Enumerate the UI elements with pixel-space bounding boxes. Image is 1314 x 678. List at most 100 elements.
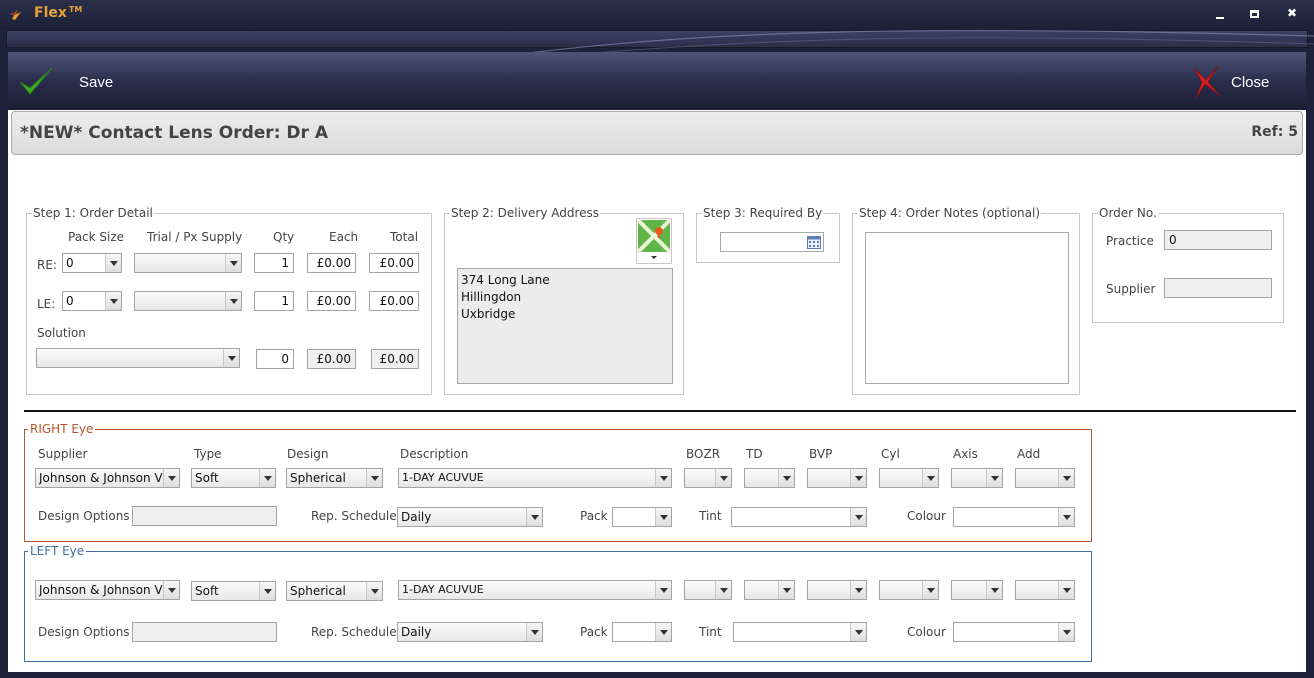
solution-qty-input[interactable]: 0 [256,349,294,369]
save-button[interactable]: Save [14,64,124,100]
solution-total-input[interactable]: £0.00 [371,349,419,369]
col-type: Type [194,447,222,461]
left-type-select[interactable]: Soft [191,581,276,601]
left-bvp-select[interactable] [807,580,867,600]
right-design-select[interactable]: Spherical [286,468,383,488]
right-design-options-input[interactable] [132,506,277,526]
right-supplier-select[interactable]: Johnson & Johnson V [35,468,180,488]
chevron-down-icon [850,469,866,487]
right-bozr-select[interactable] [684,468,732,488]
right-td-select[interactable] [744,468,795,488]
right-bvp-select[interactable] [807,468,867,488]
re-pack-size-select[interactable]: 0 [62,253,122,273]
left-bozr-select[interactable] [684,580,732,600]
solution-select[interactable] [36,348,240,368]
chevron-down-icon [850,508,866,526]
col-total: Total [390,230,419,244]
step2-delivery-address: Step 2: Delivery Address 374 Long Lane H… [444,206,684,395]
left-add-select[interactable] [1015,580,1075,600]
chevron-down-icon [1058,623,1074,641]
right-tint-select[interactable] [731,507,867,527]
left-description-select[interactable]: 1-DAY ACUVUE [398,580,672,600]
menu-strip [6,30,1308,48]
col-each: Each [329,230,359,244]
step4-order-notes: Step 4: Order Notes (optional) [852,206,1080,395]
order-number-group: Order No. Practice 0 Supplier [1092,206,1284,323]
step1-order-detail: Step 1: Order Detail Pack Size Trial / P… [26,206,432,395]
chevron-down-icon [1058,508,1074,526]
re-trial-select[interactable] [134,253,242,273]
right-type-select[interactable]: Soft [191,468,276,488]
left-axis-select[interactable] [951,580,1003,600]
col-trial-px-supply: Trial / Px Supply [147,230,243,244]
le-pack-size-select[interactable]: 0 [62,291,122,311]
right-cyl-select[interactable] [879,468,939,488]
required-by-date-input[interactable] [720,232,824,252]
close-button[interactable]: Close [1186,64,1296,100]
colour-label: Colour [907,509,946,523]
right-description-select[interactable]: 1-DAY ACUVUE [398,468,672,488]
rep-schedule-label: Rep. Schedule [311,509,397,523]
title-bar: Flex TM ✖ [0,0,1314,30]
left-tint-select[interactable] [733,622,867,642]
delivery-address-box[interactable]: 374 Long Lane Hillingdon Uxbridge [457,268,673,384]
re-qty-input[interactable]: 1 [254,253,294,273]
re-label: RE: [37,258,57,272]
address-line: Hillingdon [461,290,522,304]
toolbar: Save Close [8,52,1306,110]
design-options-label: Design Options [38,509,130,523]
calendar-icon[interactable] [807,235,821,249]
col-add: Add [1017,447,1041,461]
left-eye-legend: LEFT Eye [28,544,87,558]
left-design-options-input[interactable] [132,622,277,642]
page-title: *NEW* Contact Lens Order: Dr A [20,123,328,143]
solution-each-input[interactable]: £0.00 [307,349,356,369]
le-each-input[interactable]: £0.00 [307,291,356,311]
left-rep-schedule-select[interactable]: Daily [397,622,543,642]
checkmark-icon [19,67,53,95]
left-cyl-select[interactable] [879,580,939,600]
right-add-select[interactable] [1015,468,1075,488]
app-logo-icon [11,8,22,21]
left-eye-group: LEFT Eye Johnson & Johnson V Soft Spheri… [24,544,1092,662]
step2-legend: Step 2: Delivery Address [450,206,601,220]
window-close-button[interactable]: ✖ [1284,7,1300,21]
re-total-input[interactable]: £0.00 [369,253,419,273]
order-notes-textarea[interactable] [865,232,1069,384]
left-supplier-select[interactable]: Johnson & Johnson V [35,580,180,600]
map-button[interactable] [636,218,672,264]
close-x-icon: ✖ [1286,6,1298,20]
chevron-down-icon [526,508,542,526]
chevron-down-icon [778,469,794,487]
le-total-input[interactable]: £0.00 [369,291,419,311]
le-qty-input[interactable]: 1 [254,291,294,311]
right-eye-group: RIGHT Eye Supplier Type Design Descripti… [24,422,1092,542]
right-rep-schedule-select[interactable]: Daily [397,507,543,527]
left-colour-select[interactable] [953,622,1075,642]
left-td-select[interactable] [744,580,795,600]
left-pack-select[interactable] [612,622,672,642]
re-each-input[interactable]: £0.00 [307,253,356,273]
chevron-down-icon [1058,581,1074,599]
chevron-down-icon [1058,469,1074,487]
chevron-down-icon [655,469,671,487]
right-axis-select[interactable] [951,468,1003,488]
right-colour-select[interactable] [953,507,1075,527]
tint-label: Tint [699,509,722,523]
step3-required-by: Step 3: Required By [696,206,840,263]
practice-order-no-input[interactable]: 0 [1164,230,1272,250]
maximize-button[interactable] [1250,7,1266,21]
supplier-order-no-input[interactable] [1164,278,1272,298]
chevron-down-icon [259,582,275,600]
chevron-down-icon [715,469,731,487]
right-pack-select[interactable] [612,507,672,527]
chevron-down-icon [163,469,179,487]
solution-label: Solution [37,326,86,340]
le-trial-select[interactable] [134,291,242,311]
pack-label: Pack [580,625,608,639]
chevron-down-icon [655,508,671,526]
minimize-button[interactable] [1216,7,1232,21]
left-design-select[interactable]: Spherical [286,581,383,601]
step3-legend: Step 3: Required By [702,206,824,220]
rep-schedule-label: Rep. Schedule [311,625,397,639]
